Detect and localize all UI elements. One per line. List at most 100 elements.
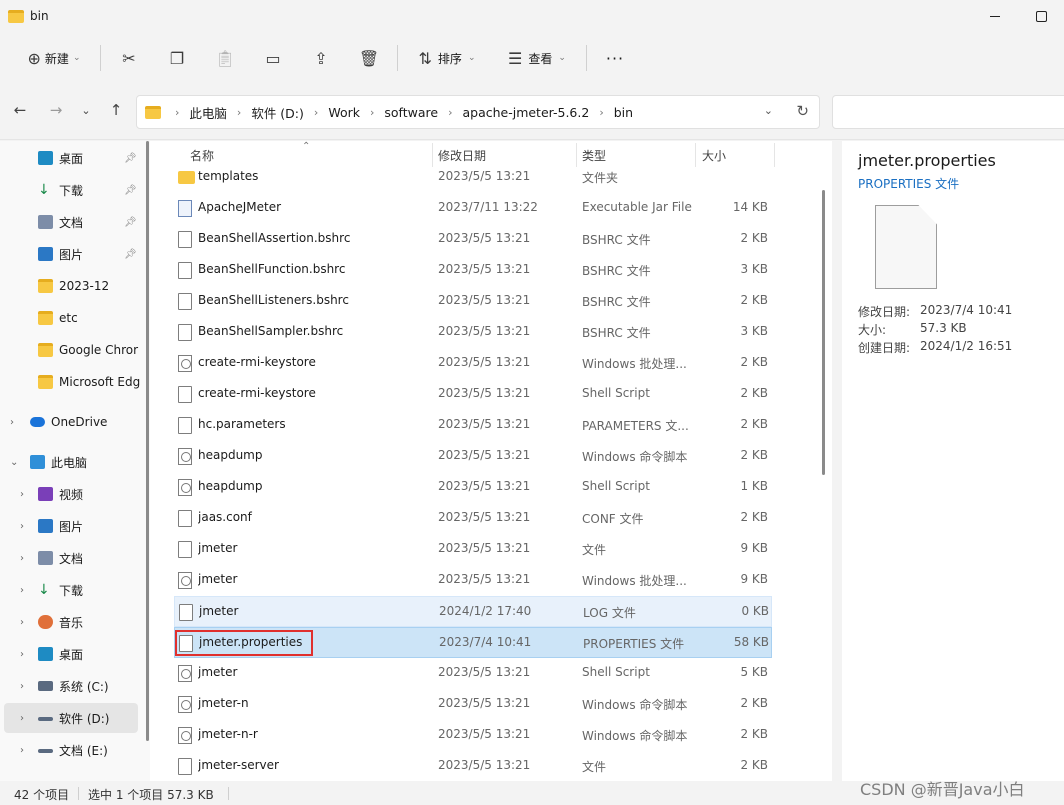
breadcrumb-thispc[interactable]: 此电脑 bbox=[189, 103, 227, 122]
chevron-down-icon[interactable]: ⌄ bbox=[10, 457, 18, 468]
chevron-right-icon[interactable]: › bbox=[20, 649, 24, 660]
details-size-label: 大小: bbox=[858, 323, 887, 337]
sort-ascending-icon: ⌃ bbox=[302, 141, 311, 152]
chevron-right-icon[interactable]: › bbox=[20, 585, 24, 596]
sidebar-item-drive-c[interactable]: › 系统 (C:) bbox=[0, 671, 150, 701]
file-preview-icon bbox=[875, 205, 937, 289]
breadcrumb-software[interactable]: software bbox=[384, 105, 438, 120]
sidebar-item-label: 桌面 bbox=[59, 151, 84, 166]
sidebar-item-pc-downloads[interactable]: › ↓ 下载 bbox=[0, 575, 150, 605]
file-row[interactable]: templates 2023/5/5 13:21 文件夹 bbox=[174, 162, 772, 193]
breadcrumb-bin[interactable]: bin bbox=[614, 105, 633, 120]
file-size: 2 KB bbox=[740, 231, 768, 245]
file-row[interactable]: jmeter 2024/1/2 17:40 LOG 文件 0 KB bbox=[174, 596, 772, 627]
breadcrumb-jmeter[interactable]: apache-jmeter-5.6.2 bbox=[462, 105, 589, 120]
file-name: heapdump bbox=[198, 448, 263, 462]
sidebar-item-onedrive[interactable]: › OneDrive bbox=[0, 407, 150, 437]
sidebar-item-microsoft-edge[interactable]: Microsoft Edg bbox=[0, 367, 150, 397]
sidebar-item-drive-d[interactable]: › 软件 (D:) bbox=[4, 703, 138, 733]
file-row[interactable]: create-rmi-keystore 2023/5/5 13:21 Shell S… bbox=[174, 379, 772, 410]
file-row[interactable]: BeanShellSampler.bshrc 2023/5/5 13:21 BSHR… bbox=[174, 317, 772, 348]
recent-chevron-icon[interactable]: ⌄ bbox=[74, 104, 98, 117]
file-row[interactable]: heapdump 2023/5/5 13:21 Windows 命令脚本 2 KB bbox=[174, 441, 772, 472]
file-type: Executable Jar File bbox=[582, 200, 692, 214]
sidebar-item-music[interactable]: › 音乐 bbox=[0, 607, 150, 637]
pin-icon: 📌︎ bbox=[124, 152, 137, 164]
sidebar-item-pictures[interactable]: 图片 📌︎ bbox=[0, 239, 150, 269]
chevron-right-icon[interactable]: › bbox=[20, 489, 24, 500]
sidebar-item-documents[interactable]: 文档 📌︎ bbox=[0, 207, 150, 237]
cut-button[interactable]: ✂ bbox=[105, 40, 153, 76]
delete-button[interactable]: 🗑︎ bbox=[345, 40, 393, 76]
chevron-right-icon[interactable]: › bbox=[20, 617, 24, 628]
chevron-right-icon: › bbox=[448, 105, 453, 119]
file-row[interactable]: jmeter-n 2023/5/5 13:21 Windows 命令脚本 2 KB bbox=[174, 689, 772, 720]
file-size: 9 KB bbox=[740, 572, 768, 586]
chevron-right-icon[interactable]: › bbox=[20, 713, 24, 724]
minimize-button[interactable] bbox=[972, 0, 1018, 32]
chevron-right-icon[interactable]: › bbox=[10, 417, 14, 428]
sidebar-item-pc-documents[interactable]: › 文档 bbox=[0, 543, 150, 573]
file-row[interactable]: BeanShellListeners.bshrc 2023/5/5 13:21 BS… bbox=[174, 286, 772, 317]
file-size: 1 KB bbox=[740, 479, 768, 493]
window-tab[interactable]: bin bbox=[0, 0, 400, 32]
chevron-right-icon[interactable]: › bbox=[20, 553, 24, 564]
sidebar-item-label: 系统 (C:) bbox=[59, 679, 109, 694]
more-options-button[interactable]: ··· bbox=[591, 40, 639, 76]
sidebar-item-desktop[interactable]: 桌面 📌︎ bbox=[0, 143, 150, 173]
file-type: BSHRC 文件 bbox=[582, 295, 651, 309]
sidebar-item-thispc[interactable]: ⌄ 此电脑 bbox=[0, 447, 150, 477]
sidebar-item-pc-desktop[interactable]: › 桌面 bbox=[0, 639, 150, 669]
maximize-button[interactable] bbox=[1018, 0, 1064, 32]
sidebar-item-2023-12[interactable]: 2023-12 bbox=[0, 271, 150, 301]
file-row[interactable]: create-rmi-keystore 2023/5/5 13:21 Windows… bbox=[174, 348, 772, 379]
sidebar-item-etc[interactable]: etc bbox=[0, 303, 150, 333]
share-button[interactable]: ⇪ bbox=[297, 40, 345, 76]
sidebar-item-drive-e[interactable]: › 文档 (E:) bbox=[0, 735, 150, 765]
sidebar-scrollbar[interactable] bbox=[146, 141, 149, 741]
sidebar-item-google-chrome[interactable]: Google Chror bbox=[0, 335, 150, 365]
paste-button[interactable]: 📋︎ bbox=[201, 40, 249, 76]
chevron-right-icon[interactable]: › bbox=[20, 681, 24, 692]
sidebar-item-videos[interactable]: › 视频 bbox=[0, 479, 150, 509]
file-row[interactable]: heapdump 2023/5/5 13:21 Shell Script 1 KB bbox=[174, 472, 772, 503]
view-button[interactable]: ☰ 查看 ⌄ bbox=[492, 40, 582, 76]
up-arrow-icon[interactable]: ↑ bbox=[104, 101, 128, 119]
file-row[interactable]: BeanShellFunction.bshrc 2023/5/5 13:21 BSH… bbox=[174, 255, 772, 286]
file-row[interactable]: BeanShellAssertion.bshrc 2023/5/5 13:21 BS… bbox=[174, 224, 772, 255]
refresh-icon[interactable]: ↻ bbox=[796, 102, 809, 120]
file-row[interactable]: jmeter 2023/5/5 13:21 Shell Script 5 KB bbox=[174, 658, 772, 689]
file-date: 2023/5/5 13:21 bbox=[438, 417, 531, 431]
file-row[interactable]: hc.parameters 2023/5/5 13:21 PARAMETERS 文.… bbox=[174, 410, 772, 441]
search-input[interactable] bbox=[832, 95, 1064, 129]
sidebar-item-label: 视频 bbox=[59, 487, 84, 502]
sidebar-item-downloads[interactable]: ↓ 下载 📌︎ bbox=[0, 175, 150, 205]
file-row[interactable]: ApacheJMeter 2023/7/11 13:22 Executable Ja… bbox=[174, 193, 772, 224]
sidebar-item-pc-pictures[interactable]: › 图片 bbox=[0, 511, 150, 541]
back-arrow-icon[interactable]: ← bbox=[8, 101, 32, 119]
folder-icon bbox=[38, 311, 53, 325]
chevron-right-icon[interactable]: › bbox=[20, 521, 24, 532]
file-row[interactable]: jaas.conf 2023/5/5 13:21 CONF 文件 2 KB bbox=[174, 503, 772, 534]
copy-button[interactable]: ❐ bbox=[153, 40, 201, 76]
file-list-scrollbar[interactable] bbox=[822, 190, 825, 475]
history-dropdown-icon[interactable]: ⌄ bbox=[764, 104, 773, 117]
file-date: 2023/5/5 13:21 bbox=[438, 293, 531, 307]
file-icon bbox=[178, 541, 192, 558]
file-row[interactable]: jmeter-n-r 2023/5/5 13:21 Windows 命令脚本 2 KB bbox=[174, 720, 772, 751]
file-icon bbox=[178, 324, 192, 341]
breadcrumb-work[interactable]: Work bbox=[328, 105, 360, 120]
file-row[interactable]: jmeter 2023/5/5 13:21 文件 9 KB bbox=[174, 534, 772, 565]
breadcrumb-drive[interactable]: 软件 (D:) bbox=[251, 103, 304, 122]
address-bar[interactable]: › 此电脑 › 软件 (D:) › Work › software › apac… bbox=[136, 95, 820, 129]
chevron-right-icon[interactable]: › bbox=[20, 745, 24, 756]
column-divider[interactable] bbox=[774, 143, 775, 167]
file-type: Windows 命令脚本 bbox=[582, 698, 688, 712]
file-size: 3 KB bbox=[740, 324, 768, 338]
file-row[interactable]: jmeter-server 2023/5/5 13:21 文件 2 KB bbox=[174, 751, 772, 781]
sort-button[interactable]: ⇅ 排序 ⌄ bbox=[402, 40, 492, 76]
forward-arrow-icon[interactable]: → bbox=[44, 101, 68, 119]
file-row[interactable]: jmeter 2023/5/5 13:21 Windows 批处理... 9 KB bbox=[174, 565, 772, 596]
new-button[interactable]: ⊕ 新建 ⌄ bbox=[12, 40, 96, 76]
rename-button[interactable]: ▭ bbox=[249, 40, 297, 76]
